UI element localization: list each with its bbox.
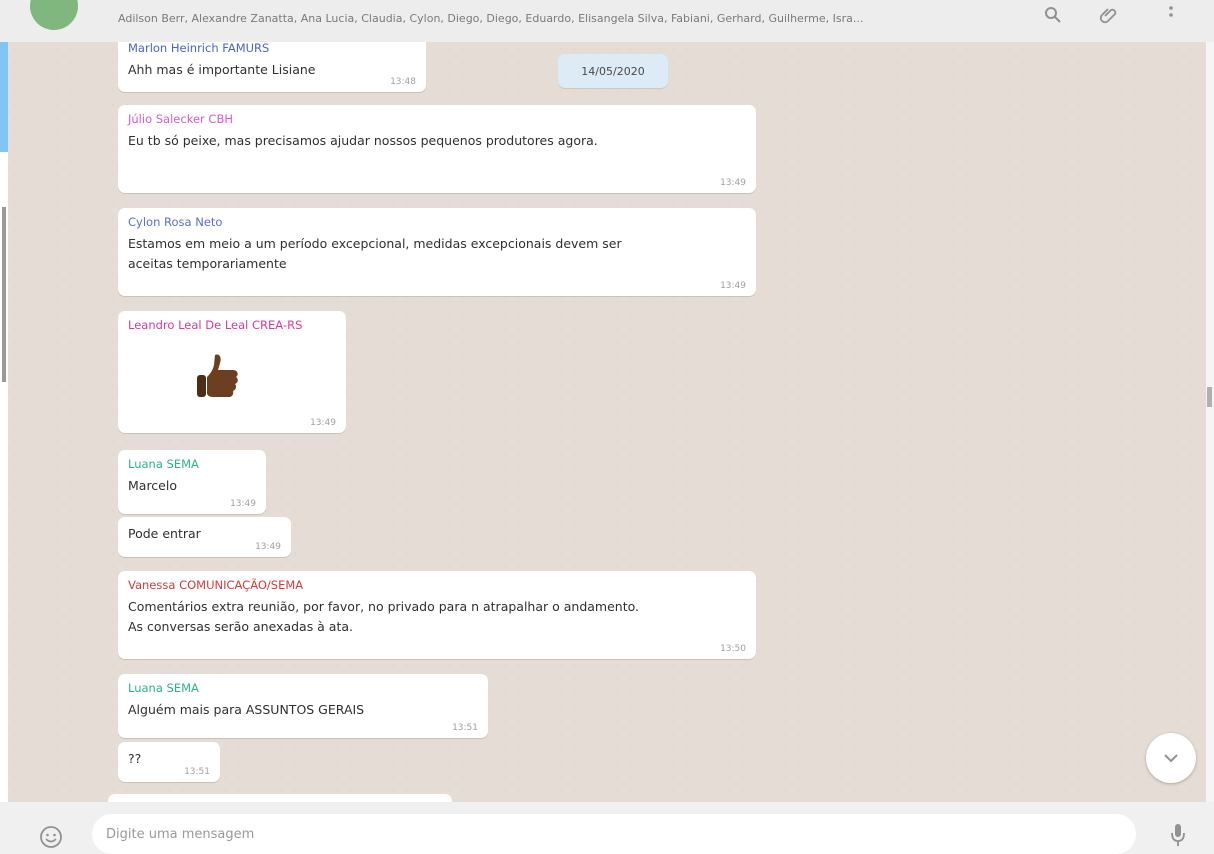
message-text: Pode entrar bbox=[128, 526, 201, 541]
thumbs-up-sticker[interactable] bbox=[193, 349, 249, 409]
emoji-icon[interactable] bbox=[36, 822, 66, 852]
message-time: 13:50 bbox=[720, 644, 746, 654]
message-bubble[interactable]: Pode entrar 13:49 bbox=[118, 517, 291, 557]
message-time: 13:49 bbox=[310, 418, 336, 428]
message-sender: Cylon Rosa Neto bbox=[128, 215, 223, 229]
message-text-line: Estamos em meio a um período excepcional… bbox=[128, 236, 622, 251]
chat-header: Adilson Berr, Alexandre Zanatta, Ana Luc… bbox=[0, 0, 1214, 43]
search-icon[interactable] bbox=[1040, 2, 1066, 28]
message-bubble[interactable]: Júlio Salecker CBH Eu tb só peixe, mas p… bbox=[118, 105, 756, 193]
message-sender: Luana SEMA bbox=[128, 457, 199, 471]
chat-area: Marlon Heinrich FAMURS Ahh mas é importa… bbox=[8, 42, 1206, 802]
microphone-icon[interactable] bbox=[1166, 822, 1190, 848]
message-bubble[interactable]: Vanessa COMUNICAÇÃO/SEMA Comentários ext… bbox=[118, 571, 756, 659]
message-sender: Luana SEMA bbox=[128, 681, 199, 695]
message-sender: Júlio Salecker CBH bbox=[128, 112, 233, 126]
more-vertical-icon[interactable] bbox=[1158, 2, 1184, 28]
message-bubble[interactable]: Cylon Rosa Neto Estamos em meio a um per… bbox=[118, 208, 756, 296]
message-time: 13:48 bbox=[390, 77, 416, 87]
chevron-down-icon bbox=[1164, 754, 1178, 763]
message-text: Alguém mais para ASSUNTOS GERAIS bbox=[128, 702, 365, 717]
message-time: 13:51 bbox=[452, 723, 478, 733]
message-time: 13:51 bbox=[184, 767, 210, 777]
message-text-line: As conversas serão anexadas à ata. bbox=[128, 619, 354, 634]
message-bubble[interactable]: ?? 13:51 bbox=[118, 742, 220, 782]
group-avatar[interactable] bbox=[30, 0, 78, 30]
message-bubble[interactable]: Marlon Heinrich FAMURS Ahh mas é importa… bbox=[118, 42, 426, 92]
message-text: Marcelo bbox=[128, 478, 177, 493]
message-text: Eu tb só peixe, mas precisamos ajudar no… bbox=[128, 133, 598, 148]
sticker-message-bubble[interactable]: Leandro Leal De Leal CREA-RS 13:49 bbox=[118, 311, 346, 433]
message-text-line: aceitas temporariamente bbox=[128, 256, 287, 271]
message-sender: Vanessa COMUNICAÇÃO/SEMA bbox=[128, 578, 304, 592]
message-time: 13:49 bbox=[720, 281, 746, 291]
scroll-to-bottom-button[interactable] bbox=[1146, 733, 1196, 783]
paperclip-icon[interactable] bbox=[1096, 2, 1122, 28]
date-separator: 14/05/2020 bbox=[558, 54, 668, 88]
message-bubble[interactable]: Luana SEMA Alguém mais para ASSUNTOS GER… bbox=[118, 674, 488, 738]
group-members-list[interactable]: Adilson Berr, Alexandre Zanatta, Ana Luc… bbox=[118, 12, 998, 25]
left-scrollbar[interactable] bbox=[2, 207, 6, 382]
message-bubble[interactable]: Luana SEMA Marcelo 13:49 bbox=[118, 450, 266, 514]
message-composer bbox=[0, 802, 1214, 854]
scrollbar-thumb[interactable] bbox=[1207, 387, 1212, 407]
left-panel-highlight bbox=[0, 42, 8, 152]
message-text: Ahh mas é importante Lisiane bbox=[128, 62, 316, 77]
message-time: 13:49 bbox=[720, 178, 746, 188]
message-input[interactable] bbox=[92, 814, 1136, 854]
message-text: ?? bbox=[128, 751, 142, 766]
message-time: 13:49 bbox=[230, 499, 256, 509]
message-sender: Leandro Leal De Leal CREA-RS bbox=[128, 318, 303, 332]
message-text-line: Comentários extra reunião, por favor, no… bbox=[128, 599, 640, 614]
right-scrollbar[interactable] bbox=[1206, 42, 1214, 802]
message-bubble-partial[interactable] bbox=[108, 794, 452, 802]
left-edge bbox=[0, 42, 8, 802]
message-sender: Marlon Heinrich FAMURS bbox=[128, 42, 270, 55]
message-time: 13:49 bbox=[255, 542, 281, 552]
